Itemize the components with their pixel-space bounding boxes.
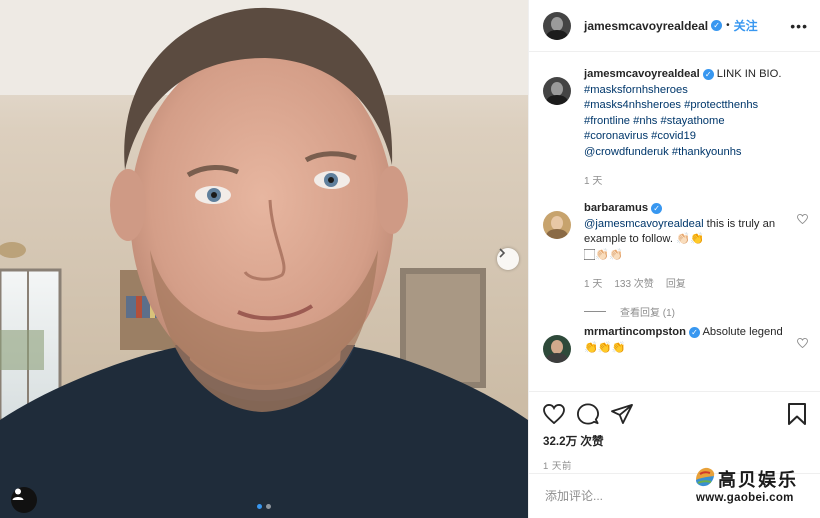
commenter-avatar[interactable] — [543, 335, 571, 364]
verified-badge-icon: ✓ — [702, 68, 714, 80]
watermark-logo-icon — [696, 467, 715, 487]
view-replies-button[interactable]: 查看回复 (1) — [584, 304, 806, 319]
more-options-icon[interactable]: ••• — [790, 18, 808, 34]
verified-badge-icon: ✓ — [688, 326, 700, 338]
comment-time: 1 天 — [584, 278, 603, 290]
hashtag-link[interactable]: #coronavirus — [584, 130, 648, 142]
caption-username[interactable]: jamesmcavoyrealdeal — [584, 68, 700, 80]
hashtag-link[interactable]: #frontline — [584, 115, 630, 127]
mention-link[interactable]: @crowdfunderuk — [584, 146, 669, 158]
save-button[interactable] — [788, 403, 806, 425]
post-actions: 32.2万 次赞 1 天前 — [529, 391, 820, 473]
hashtag-link[interactable]: #stayathome — [661, 115, 725, 127]
post-media[interactable] — [0, 0, 528, 518]
heart-icon — [543, 404, 565, 424]
carousel-dot-active — [257, 504, 262, 509]
bookmark-icon — [788, 403, 806, 425]
like-button[interactable] — [543, 404, 565, 424]
tagged-users-button[interactable] — [11, 487, 37, 513]
follow-button[interactable]: 关注 — [734, 17, 758, 34]
watermark-url: www.gaobei.com — [696, 492, 794, 504]
commenter-avatar[interactable] — [543, 211, 571, 240]
author-avatar[interactable] — [543, 77, 571, 105]
hashtag-link[interactable]: #protectthenhs — [684, 99, 758, 111]
chevron-right-icon — [499, 248, 506, 258]
mention-link[interactable]: @jamesmcavoyrealdeal — [584, 218, 704, 230]
header-separator: • — [726, 20, 730, 31]
send-icon — [611, 404, 633, 424]
caption-text: LINK IN BIO. — [716, 68, 782, 80]
comments-list[interactable]: jamesmcavoyrealdeal ✓ LINK IN BIO. #masks… — [529, 53, 820, 391]
hashtag-link[interactable]: #thankyounhs — [672, 146, 742, 158]
caption-time: 1 天 — [584, 175, 603, 187]
commenter-username[interactable]: barbaramus — [584, 202, 648, 214]
instagram-post: jamesmcavoyrealdeal ✓ • 关注 ••• jamesmcav… — [0, 0, 820, 518]
watermark-title: 高贝娱乐 — [718, 470, 798, 491]
comment-likes[interactable]: 133 次赞 — [614, 277, 653, 293]
caption: jamesmcavoyrealdeal ✓ LINK IN BIO. #masks… — [543, 67, 806, 189]
author-username[interactable]: jamesmcavoyrealdeal — [584, 19, 708, 33]
hashtag-link[interactable]: #masksfornhsheroes — [584, 84, 688, 96]
comment-icon — [577, 403, 599, 425]
comment-item: barbaramus ✓ @jamesmcavoyrealdeal this is… — [543, 201, 808, 293]
site-watermark: 高贝娱乐 www.gaobei.com — [692, 464, 816, 514]
post-header: jamesmcavoyrealdeal ✓ • 关注 ••• — [529, 0, 820, 52]
carousel-dot — [266, 504, 271, 509]
next-slide-button[interactable] — [497, 248, 519, 270]
author-avatar[interactable] — [543, 11, 571, 40]
reply-button[interactable]: 回复 — [666, 277, 686, 293]
comment-item: mrmartincompston ✓ Absolute legend 👏👏👏 — [543, 325, 808, 364]
heart-icon[interactable] — [797, 214, 808, 225]
commenter-username[interactable]: mrmartincompston — [584, 326, 686, 338]
comment-button[interactable] — [577, 403, 599, 425]
share-button[interactable] — [611, 404, 633, 424]
view-replies-label: 查看回复 (1) — [620, 308, 675, 320]
likes-count[interactable]: 32.2万 次赞 — [543, 433, 806, 449]
verified-badge-icon: ✓ — [711, 20, 723, 31]
hashtag-link[interactable]: #nhs — [633, 115, 657, 127]
post-photo — [0, 0, 528, 518]
hashtag-link[interactable]: #masks4nhsheroes — [584, 99, 681, 111]
verified-badge-icon: ✓ — [651, 202, 663, 214]
post-side-panel: jamesmcavoyrealdeal ✓ • 关注 ••• jamesmcav… — [528, 0, 820, 518]
comment-text-cont: 🏻👏🏻👏🏻 — [584, 248, 624, 261]
heart-icon[interactable] — [797, 338, 808, 349]
carousel-indicator — [257, 504, 271, 509]
user-icon — [12, 488, 24, 500]
hashtag-link[interactable]: #covid19 — [651, 130, 696, 142]
